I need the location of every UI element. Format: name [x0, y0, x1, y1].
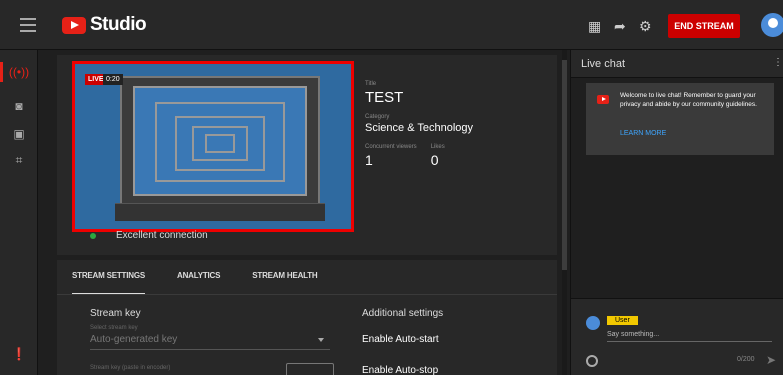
- camera-icon[interactable]: ◙: [0, 94, 38, 118]
- viewers-value: 1: [365, 152, 373, 168]
- stream-key-title: Stream key: [90, 308, 141, 319]
- likes-label: Likes: [430, 144, 445, 150]
- stream-key-select-label: Select stream key: [90, 325, 138, 331]
- youtube-logo-icon: [62, 16, 86, 34]
- stream-meta: Title TEST Category Science & Technology…: [365, 81, 545, 168]
- category-label: Category: [365, 114, 390, 120]
- nested-frame: [205, 134, 235, 153]
- auto-start-toggle[interactable]: Enable Auto-start: [362, 334, 439, 345]
- auto-stop-toggle[interactable]: Enable Auto-stop: [362, 365, 438, 375]
- additional-settings-title: Additional settings: [362, 308, 444, 319]
- clapperboard-icon[interactable]: ▦: [588, 18, 601, 35]
- divider: [57, 294, 557, 295]
- chat-title: Live chat: [581, 58, 626, 70]
- scrollbar-thumb[interactable]: [562, 60, 567, 270]
- category-value: Science & Technology: [365, 122, 474, 134]
- screen-toolbar: [115, 203, 325, 221]
- menu-icon[interactable]: [20, 18, 36, 32]
- video-preview[interactable]: LIVE 0:20: [72, 61, 354, 232]
- chevron-down-icon: [318, 338, 324, 342]
- calendar-icon[interactable]: ▣: [0, 122, 38, 146]
- live-timer: 0:20: [103, 74, 123, 85]
- chat-header: Live chat ⋮: [571, 50, 783, 78]
- scrollbar[interactable]: [562, 50, 567, 375]
- studio-logo[interactable]: Studio: [62, 14, 147, 36]
- viewers-label: Concurrent viewers: [365, 144, 417, 150]
- tab-bar: STREAM SETTINGS ANALYTICS STREAM HEALTH: [72, 260, 350, 295]
- emoji-icon[interactable]: [586, 355, 598, 367]
- stream-key-select[interactable]: Auto-generated key: [90, 334, 330, 350]
- top-bar: Studio ▦ ➦ ⚙ END STREAM: [0, 0, 783, 50]
- more-options-icon[interactable]: ⋮: [773, 57, 783, 68]
- status-dot-icon: [90, 232, 96, 239]
- stream-key-footer-label: Stream key (paste in encoder): [90, 365, 171, 371]
- avatar: [586, 316, 600, 330]
- chat-input[interactable]: Say something...: [607, 331, 772, 342]
- chat-composer: User Say something... 0/200 ➤: [571, 298, 783, 375]
- encoder-icon[interactable]: ⌗: [0, 148, 38, 172]
- welcome-text: Welcome to live chat! Remember to guard …: [620, 92, 757, 108]
- connection-label: Excellent connection: [116, 230, 208, 241]
- connection-status: Excellent connection: [90, 230, 208, 241]
- settings-panel: STREAM SETTINGS ANALYTICS STREAM HEALTH …: [57, 260, 557, 375]
- left-rail: ((•)) ◙ ▣ ⌗ ❗: [0, 50, 38, 375]
- tab-stream-health[interactable]: STREAM HEALTH: [252, 260, 317, 294]
- feedback-icon[interactable]: ❗: [0, 342, 38, 366]
- stream-key-button[interactable]: [286, 363, 334, 375]
- end-stream-button[interactable]: END STREAM: [668, 14, 740, 38]
- likes-value: 0: [430, 152, 439, 168]
- live-chat-panel: Live chat ⋮ Welcome to live chat! Rememb…: [570, 50, 783, 375]
- user-name-badge: User: [607, 316, 638, 325]
- title-value: TEST: [365, 89, 404, 106]
- gear-icon[interactable]: ⚙: [639, 18, 652, 35]
- share-icon[interactable]: ➦: [614, 18, 626, 35]
- send-icon[interactable]: ➤: [766, 353, 776, 367]
- live-icon[interactable]: ((•)): [0, 60, 38, 84]
- main-content: LIVE 0:20 Excellent connection Title TES…: [57, 55, 557, 375]
- stream-key-select-value: Auto-generated key: [90, 334, 178, 345]
- tab-stream-settings[interactable]: STREAM SETTINGS: [72, 260, 145, 295]
- youtube-logo-icon: [597, 95, 609, 104]
- app-title: Studio: [90, 14, 147, 35]
- account-avatar[interactable]: [761, 13, 783, 37]
- welcome-message: Welcome to live chat! Remember to guard …: [586, 83, 774, 155]
- char-count: 0/200: [737, 356, 755, 363]
- stream-preview-panel: LIVE 0:20 Excellent connection Title TES…: [57, 55, 557, 255]
- learn-more-link[interactable]: LEARN MORE: [620, 130, 666, 137]
- tab-analytics[interactable]: ANALYTICS: [177, 260, 220, 294]
- title-label: Title: [365, 81, 377, 87]
